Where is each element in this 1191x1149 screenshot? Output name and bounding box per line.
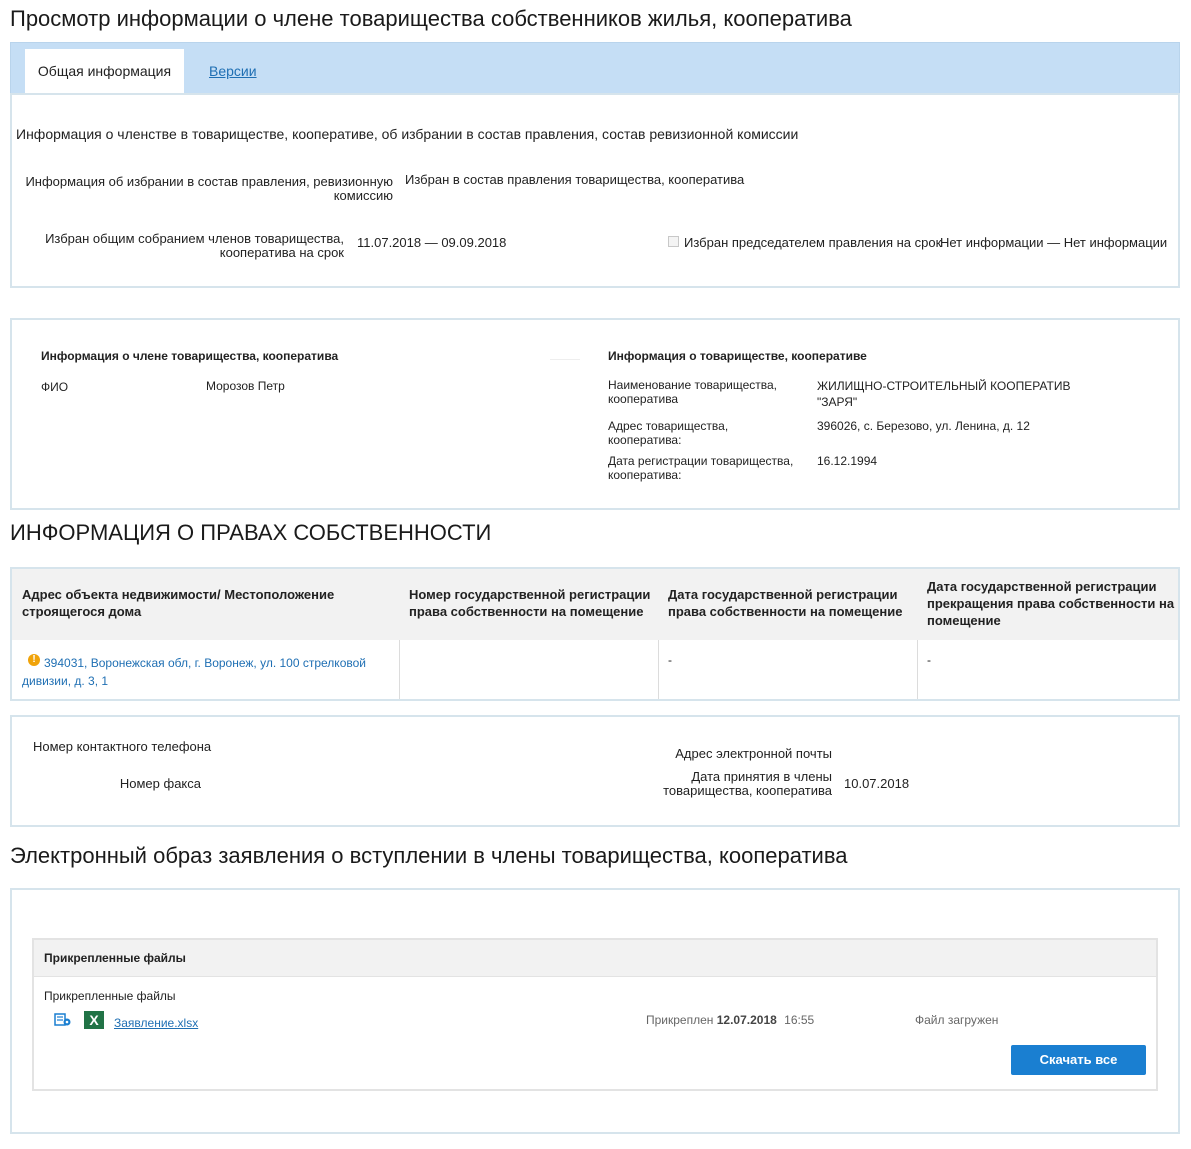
elected-term-value: 11.07.2018 — 09.09.2018 — [357, 235, 507, 250]
tab-versions[interactable]: Версии — [209, 49, 257, 94]
column-header-end-date: Дата государственной регистрации прекраще… — [927, 579, 1175, 628]
election-info-value: Избран в состав правления товарищества, … — [405, 172, 745, 187]
partnership-address-label: Адрес товарищества, кооператива: — [608, 419, 729, 447]
partnership-address-value: 396026, с. Березово, ул. Ленина, д. 12 — [817, 419, 1030, 433]
member-heading: Информация о члене товарищества, коопера… — [41, 349, 339, 363]
fio-label: ФИО — [41, 380, 69, 394]
tab-bar: Общая информация Версии — [10, 42, 1180, 94]
files-header-bar — [34, 940, 1156, 977]
membership-heading: Информация о членстве в товариществе, ко… — [16, 126, 799, 142]
tab-general-info[interactable]: Общая информация — [25, 49, 184, 94]
application-heading: Электронный образ заявления о вступлении… — [10, 843, 848, 868]
partnership-regdate-label: Дата регистрации товарищества, кооперати… — [608, 454, 794, 482]
partnership-name-label: Наименование товарищества, кооператива — [608, 378, 778, 406]
excel-icon: X — [84, 1011, 104, 1029]
file-settings-icon[interactable] — [54, 1012, 72, 1028]
download-all-button[interactable]: Скачать все — [1011, 1045, 1146, 1075]
page-title: Просмотр информации о члене товарищества… — [10, 6, 852, 31]
column-header-address: Адрес объекта недвижимости/ Местоположен… — [22, 587, 335, 619]
member-info-panel — [10, 318, 1180, 510]
column-divider — [658, 640, 659, 699]
column-divider — [917, 640, 918, 699]
join-date-value: 10.07.2018 — [844, 776, 910, 791]
phone-label: Номер контактного телефона — [33, 739, 212, 754]
contacts-panel — [10, 715, 1180, 827]
elected-term-label: Избран общим собранием членов товарищест… — [45, 231, 344, 260]
fax-label: Номер факса — [119, 776, 201, 791]
chairman-checkbox-label: Избран председателем правления на срок — [684, 235, 942, 250]
join-date-label: Дата принятия в члены товарищества, кооп… — [663, 769, 832, 798]
property-address-link[interactable]: 394031, Воронежская обл, г. Воронеж, ул.… — [22, 654, 366, 690]
partnership-heading: Информация о товариществе, кооперативе — [608, 349, 867, 363]
chairman-checkbox[interactable] — [668, 236, 679, 247]
attached-info: Прикреплен 12.07.2018 16:55 — [646, 1013, 815, 1027]
files-header: Прикрепленные файлы — [44, 951, 186, 965]
reg-date-cell: - — [668, 653, 672, 667]
email-label: Адрес электронной почты — [675, 746, 832, 761]
end-date-cell: - — [927, 653, 931, 667]
divider — [550, 359, 580, 360]
fio-value: Морозов Петр — [206, 379, 285, 393]
chairman-term-value: Нет информации — Нет информации — [940, 235, 1168, 250]
partnership-name-value: ЖИЛИЩНО-СТРОИТЕЛЬНЫЙ КООПЕРАТИВ "ЗАРЯ" — [817, 379, 1071, 409]
files-sublabel: Прикрепленные файлы — [44, 989, 176, 1003]
column-divider — [399, 640, 400, 699]
election-info-label: Информация об избрании в состав правлени… — [25, 174, 393, 203]
partnership-regdate-value: 16.12.1994 — [817, 454, 878, 468]
column-header-reg-date: Дата государственной регистрации права со… — [668, 587, 903, 619]
column-header-reg-number: Номер государственной регистрации права с… — [409, 587, 651, 619]
file-status: Файл загружен — [915, 1013, 999, 1027]
ownership-heading: ИНФОРМАЦИЯ О ПРАВАХ СОБСТВЕННОСТИ — [10, 520, 492, 545]
file-link[interactable]: Заявление.xlsx — [114, 1016, 198, 1030]
